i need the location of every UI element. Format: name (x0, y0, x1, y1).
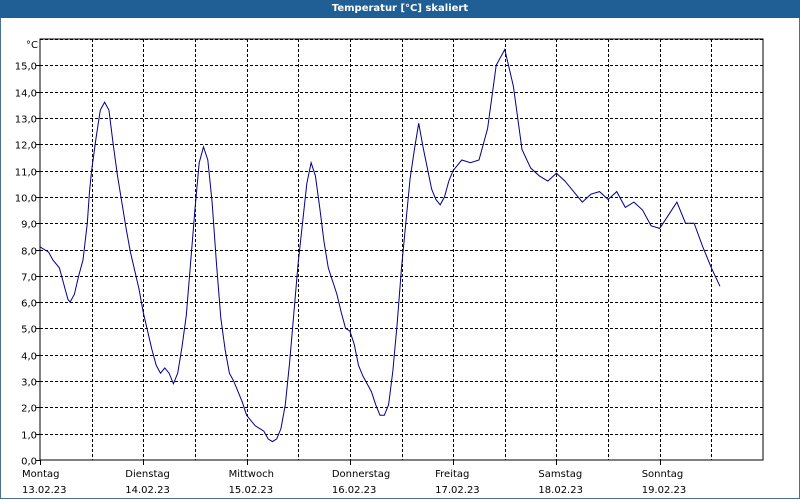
x-tick-weekday-label: Mittwoch (229, 469, 274, 480)
temperature-chart: 0,0 1,0 2,0 3,0 4,0 5,0 6,0 7,0 8,0 9,0 10,0 11,0 12… (15, 38, 764, 496)
grid-lines (40, 39, 763, 460)
y-tick-label: 2,0 (21, 404, 37, 415)
y-tick-label: 10,0 (15, 194, 37, 205)
y-tick-label: 11,0 (15, 168, 37, 179)
x-tick-date-label: 17.02.23 (435, 485, 480, 496)
y-tick-label: 5,0 (21, 325, 37, 336)
y-tick-label: 3,0 (21, 378, 37, 389)
y-tick-label: 13,0 (15, 115, 37, 126)
plot-area (39, 38, 764, 461)
x-tick-weekday-label: Freitag (435, 469, 469, 480)
temperature-series-line (39, 48, 721, 443)
y-tick-label: 7,0 (21, 273, 37, 284)
y-axis-unit: °C (26, 40, 38, 51)
y-axis-ticks: 0,0 1,0 2,0 3,0 4,0 5,0 6,0 7,0 8,0 9,0 10,0 11,0 12… (15, 62, 40, 468)
x-tick-date-label: 15.02.23 (229, 485, 274, 496)
x-tick-date-label: 18.02.23 (538, 485, 583, 496)
y-tick-label: 12,0 (15, 141, 37, 152)
x-tick-date-label: 19.02.23 (642, 485, 687, 496)
x-tick-date-label: 14.02.23 (125, 485, 170, 496)
x-tick-weekday-label: Sonntag (642, 469, 684, 480)
x-tick-weekday-label: Montag (22, 469, 59, 480)
x-tick-date-label: 16.02.23 (332, 485, 377, 496)
x-tick-date-label: 13.02.23 (22, 485, 67, 496)
x-axis-ticks: Montag 13.02.23 Dienstag 14.02.23 Mittwoch 15… (22, 460, 686, 496)
y-tick-label: 1,0 (21, 431, 37, 442)
x-tick-weekday-label: Samstag (538, 469, 582, 480)
y-tick-label: 15,0 (15, 62, 37, 73)
y-tick-label: 6,0 (21, 299, 37, 310)
x-tick-weekday-label: Donnerstag (332, 469, 390, 480)
x-tick-weekday-label: Dienstag (125, 469, 170, 480)
y-tick-label: 14,0 (15, 89, 37, 100)
y-tick-label: 9,0 (21, 220, 37, 231)
y-tick-label: 0,0 (21, 457, 37, 468)
y-tick-label: 4,0 (21, 352, 37, 363)
y-tick-label: 8,0 (21, 247, 37, 258)
